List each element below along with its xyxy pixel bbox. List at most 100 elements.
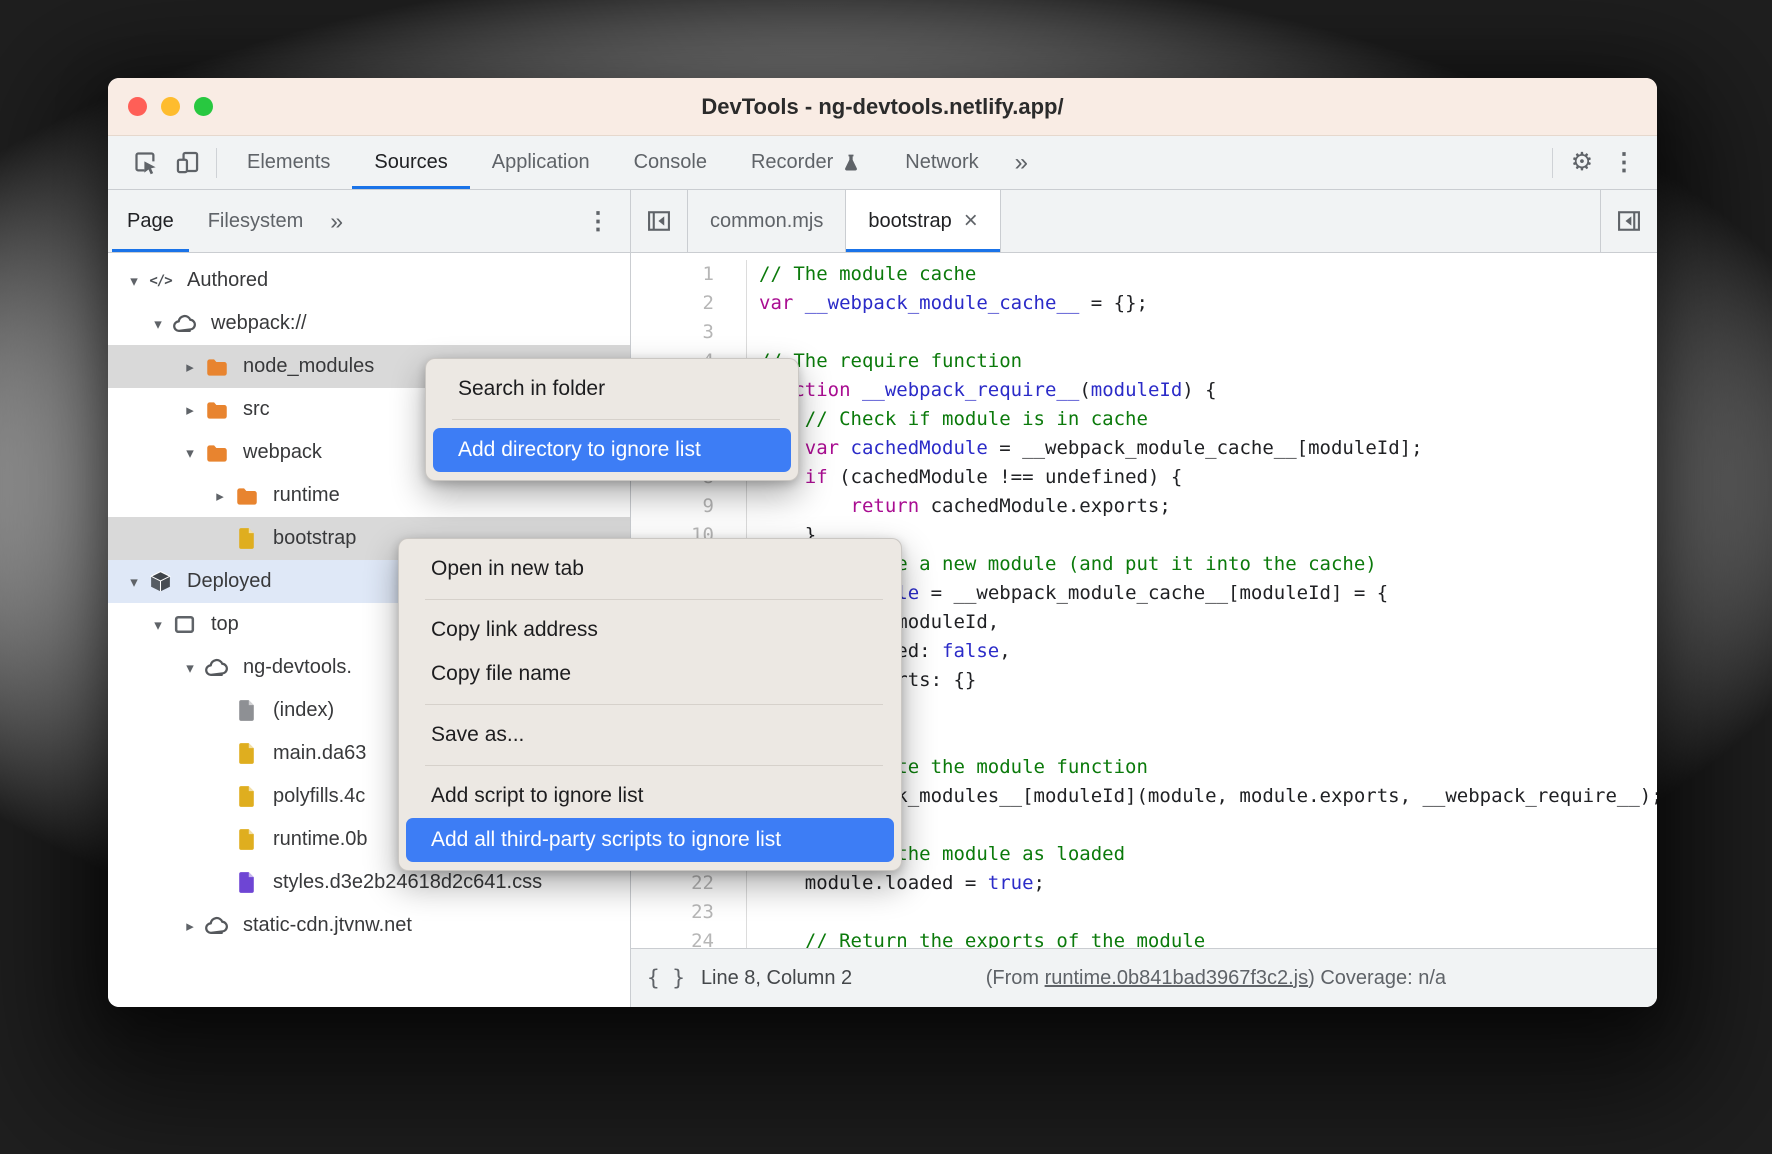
close-window-button[interactable] — [128, 97, 147, 116]
kebab-menu-icon: ⋮ — [586, 207, 610, 236]
folder-icon — [234, 483, 260, 509]
line-number[interactable]: 23 — [631, 898, 746, 927]
menu-item-save-as-[interactable]: Save as... — [399, 713, 901, 757]
line-number[interactable]: 2 — [631, 289, 746, 318]
sourcemap-file-link[interactable]: runtime.0b841bad3967f3c2.js — [1045, 967, 1309, 990]
code-line: // The module cache — [747, 260, 1657, 289]
code-line: function __webpack_require__(moduleId) { — [747, 376, 1657, 405]
code-line: // The require function — [747, 347, 1657, 376]
tab-label: Network — [905, 151, 978, 174]
line-number[interactable]: 3 — [631, 318, 746, 347]
hide-navigator-button[interactable] — [631, 190, 688, 252]
panel-tabs: ElementsSources Application Console Recorde… — [225, 136, 1001, 189]
expander-collapsed-icon[interactable]: ▸ — [178, 401, 202, 419]
tab-label: Application — [492, 151, 590, 174]
tree-row-static-cdn-jtvnw-net[interactable]: ▸static-cdn.jtvnw.net — [108, 904, 630, 947]
code-line: // Check if module is in cache — [747, 405, 1657, 434]
cloud-icon — [171, 310, 198, 337]
menu-item-open-in-new-tab[interactable]: Open in new tab — [399, 547, 901, 591]
sourcemap-from-prefix: (From — [986, 967, 1045, 990]
cloud-icon — [203, 912, 230, 939]
sidebar-more-tabs-button[interactable]: » — [318, 190, 355, 252]
expander-expanded-icon[interactable]: ▾ — [178, 444, 202, 462]
code-line — [747, 318, 1657, 347]
file-gray-icon — [234, 698, 259, 723]
code-line: // Return the exports of the module — [747, 927, 1657, 948]
expander-collapsed-icon[interactable]: ▸ — [178, 358, 202, 376]
menu-item-add-directory-to-ignore-list[interactable]: Add directory to ignore list — [433, 428, 791, 472]
window-title: DevTools - ng-devtools.netlify.app/ — [701, 94, 1063, 120]
tree-item-label: webpack — [243, 441, 322, 464]
tree-row-authored[interactable]: ▾</> Authored — [108, 259, 630, 302]
statusbar-right: (From runtime.0b841bad3967f3c2.js) Cover… — [986, 967, 1446, 990]
close-tab-icon[interactable]: × — [964, 209, 978, 233]
editor-statusbar: { } Line 8, Column 2 (From runtime.0b841… — [631, 948, 1657, 1007]
expander-expanded-icon[interactable]: ▾ — [146, 315, 170, 333]
tree-row-webpack-[interactable]: ▾ webpack:// — [108, 302, 630, 345]
kebab-menu-icon: ⋮ — [1612, 148, 1636, 177]
menu-item-search-in-folder[interactable]: Search in folder — [426, 367, 798, 411]
tree-item-label: styles.d3e2b24618d2c641.css — [273, 871, 542, 894]
sidebar-tab-filesystem[interactable]: Filesystem — [193, 190, 319, 252]
sidebar-menu-button[interactable]: ⋮ — [566, 190, 630, 252]
tree-item-label: runtime — [273, 484, 340, 507]
inspect-element-button[interactable] — [124, 143, 166, 183]
editor-tab-common-mjs[interactable]: common.mjs — [688, 190, 846, 252]
tree-item-label: src — [243, 398, 270, 421]
menu-separator — [425, 599, 883, 600]
file-css-icon — [234, 870, 259, 895]
tab-network[interactable]: Network — [883, 136, 1000, 189]
cursor-position: Line 8, Column 2 — [701, 967, 852, 990]
line-number[interactable]: 1 — [631, 260, 746, 289]
sidebar-tab-page[interactable]: Page — [112, 190, 189, 252]
expander-expanded-icon[interactable]: ▾ — [178, 659, 202, 677]
menu-item-copy-link-address[interactable]: Copy link address — [399, 608, 901, 652]
format-pretty-print-icon[interactable]: { } — [647, 966, 685, 990]
toolbar-icons — [108, 136, 225, 189]
tab-label: Recorder — [751, 151, 833, 174]
cloud-icon — [203, 654, 230, 681]
tree-item-label: (index) — [273, 699, 334, 722]
zoom-window-button[interactable] — [194, 97, 213, 116]
sidebar-header: PageFilesystem » ⋮ — [108, 190, 630, 253]
tree-item-label: runtime.0b — [273, 828, 368, 851]
main-menu-button[interactable]: ⋮ — [1603, 143, 1645, 183]
file-yellow-icon — [234, 741, 259, 766]
settings-button[interactable]: ⚙ — [1561, 143, 1603, 183]
frame-icon — [172, 612, 197, 637]
tab-console[interactable]: Console — [612, 136, 729, 189]
folder-icon — [204, 354, 230, 380]
toolbar-right: ⚙ ⋮ — [1544, 136, 1657, 189]
expander-collapsed-icon[interactable]: ▸ — [208, 487, 232, 505]
coverage-status: Coverage: n/a — [1320, 967, 1446, 990]
tree-item-label: top — [211, 613, 239, 636]
line-number[interactable]: 9 — [631, 492, 746, 521]
tab-sources[interactable]: Sources — [352, 136, 469, 189]
tree-item-label: Authored — [187, 269, 268, 292]
menu-item-add-all-third-party-scripts-to-ignore-list[interactable]: Add all third-party scripts to ignore li… — [406, 818, 894, 862]
expander-collapsed-icon[interactable]: ▸ — [178, 917, 202, 935]
toggle-debugger-sidebar-button[interactable] — [1600, 190, 1657, 252]
inspect-cursor-icon — [132, 149, 159, 176]
cube-icon — [148, 569, 173, 594]
main-toolbar: ElementsSources Application Console Recorde… — [108, 136, 1657, 190]
expander-expanded-icon[interactable]: ▾ — [146, 616, 170, 634]
folder-icon — [204, 397, 230, 423]
tab-application[interactable]: Application — [470, 136, 612, 189]
folder-icon — [204, 440, 230, 466]
line-number[interactable]: 24 — [631, 927, 746, 948]
tree-item-label: webpack:// — [211, 312, 307, 335]
tab-elements[interactable]: Elements — [225, 136, 352, 189]
expander-expanded-icon[interactable]: ▾ — [122, 272, 146, 290]
device-toolbar-button[interactable] — [166, 143, 208, 183]
menu-item-copy-file-name[interactable]: Copy file name — [399, 652, 901, 696]
code-icon: </> — [149, 273, 171, 289]
more-panels-button[interactable]: » — [1001, 136, 1042, 189]
menu-item-add-script-to-ignore-list[interactable]: Add script to ignore list — [399, 774, 901, 818]
tab-recorder[interactable]: Recorder — [729, 136, 883, 189]
line-number[interactable]: 22 — [631, 869, 746, 898]
minimize-window-button[interactable] — [161, 97, 180, 116]
expander-expanded-icon[interactable]: ▾ — [122, 573, 146, 591]
editor-tab-bootstrap[interactable]: bootstrap× — [846, 190, 1000, 252]
code-line — [747, 898, 1657, 927]
